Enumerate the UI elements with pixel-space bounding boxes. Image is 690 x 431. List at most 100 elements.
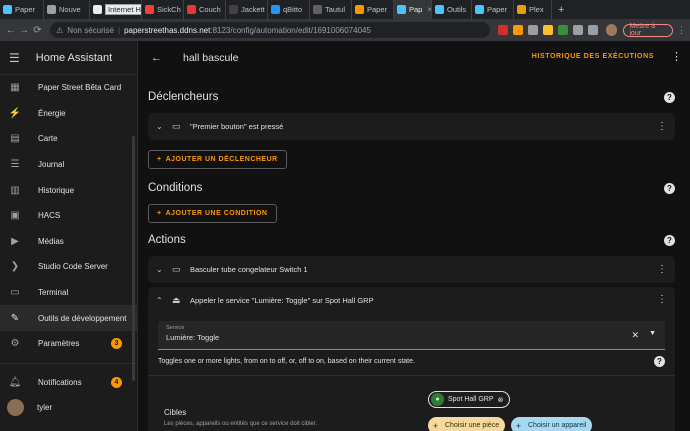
chevron-down-icon[interactable]: ⌄ xyxy=(156,122,166,131)
sidebar-item-label: Paper Street Bêta Card xyxy=(38,83,122,93)
new-tab-button[interactable]: + xyxy=(552,4,570,16)
url-path: :8123/config/automation/edit/16910060740… xyxy=(210,25,371,35)
reload-icon[interactable]: ⟳ xyxy=(31,25,44,36)
main-panel: ← hall bascule HISTORIQUE DES EXÉCUTIONS… xyxy=(138,41,690,431)
service-field-label: Service xyxy=(166,325,185,331)
sidebar-item-label: Paramètres xyxy=(38,339,80,349)
service-action-menu-icon[interactable]: ⋮ xyxy=(657,294,667,305)
browser-tab[interactable]: Tautul xyxy=(310,0,352,19)
tab-label: Nouve xyxy=(59,5,81,14)
back-arrow-icon[interactable]: ← xyxy=(4,25,17,36)
lightning-icon: ⚡ xyxy=(8,107,22,119)
help-icon[interactable]: ? xyxy=(664,91,675,103)
trigger-row[interactable]: ⌄ ▭ "Premier bouton" est pressé ⋮ xyxy=(148,113,675,140)
dropdown-arrow-icon[interactable]: ▼ xyxy=(649,330,656,337)
vscode-icon: ❯ xyxy=(10,261,20,273)
browser-tab[interactable]: Outils xyxy=(432,0,472,19)
gear-icon: ⚙ xyxy=(10,338,20,350)
service-action-card: ⌃ ⏏ Appeler le service "Lumière: Toggle"… xyxy=(148,287,675,431)
choose-device-chip[interactable]: + Choisir un appareil xyxy=(511,417,593,431)
sidebar-item-wrench[interactable]: ✎ Outils de développement xyxy=(0,305,137,331)
tab-label: Internet HAS xyxy=(105,4,141,15)
add-trigger-button[interactable]: + AJOUTER UN DÉCLENCHEUR xyxy=(148,150,287,169)
bell-icon: 🔔︎ xyxy=(8,376,22,388)
help-icon[interactable]: ? xyxy=(664,182,675,194)
profile-avatar[interactable] xyxy=(606,24,618,36)
sidebar-item-hacs[interactable]: ▣ HACS xyxy=(0,203,137,229)
sidebar-scrollbar[interactable] xyxy=(132,136,135,381)
extension-icon[interactable] xyxy=(543,25,554,35)
help-icon[interactable]: ? xyxy=(654,356,665,367)
actions-heading: Actions xyxy=(148,234,186,246)
chevron-down-icon[interactable]: ⌄ xyxy=(156,265,166,274)
back-icon[interactable]: ← xyxy=(151,52,165,64)
sidebar-item-gear[interactable]: ⚙ Paramètres 3 xyxy=(0,331,137,357)
sidebar-item-vscode[interactable]: ❯ Studio Code Server xyxy=(0,254,137,280)
tab-favicon-icon xyxy=(229,5,238,14)
choose-device-label: Choisir un appareil xyxy=(528,422,587,429)
sidebar-item-history[interactable]: ▥ Historique xyxy=(0,177,137,203)
tab-favicon-icon xyxy=(355,5,364,14)
add-condition-button[interactable]: + AJOUTER UNE CONDITION xyxy=(148,204,277,223)
browser-tab[interactable]: Couch xyxy=(184,0,226,19)
clear-icon[interactable]: ✕ xyxy=(631,330,639,341)
entity-chip[interactable]: ● Spot Hall GRP ⊗ xyxy=(428,391,511,408)
sidebar-item-lightning[interactable]: ⚡ Énergie xyxy=(0,101,137,127)
help-icon[interactable]: ? xyxy=(664,234,675,246)
extension-icon[interactable] xyxy=(498,25,509,35)
browser-tab[interactable]: SickCh xyxy=(142,0,184,19)
targets-label: Cibles xyxy=(164,408,187,417)
sidebar-item-map[interactable]: ▤ Carte xyxy=(0,126,137,152)
sidebar-item-logbook[interactable]: ☰ Journal xyxy=(0,152,137,178)
tab-label: Tautul xyxy=(325,5,346,14)
browser-tab[interactable]: Jackett xyxy=(226,0,268,19)
run-history-button[interactable]: HISTORIQUE DES EXÉCUTIONS xyxy=(532,53,654,60)
overflow-menu-icon[interactable]: ⋮ xyxy=(671,50,682,63)
browser-tab[interactable]: qBitto xyxy=(268,0,310,19)
map-icon: ▤ xyxy=(10,133,20,145)
extension-icon[interactable] xyxy=(513,25,524,35)
choose-area-chip[interactable]: + Choisir une pièce xyxy=(428,417,506,431)
sidebar-item-notifications[interactable]: 🔔︎ Notifications 4 xyxy=(0,370,137,396)
trigger-menu-icon[interactable]: ⋮ xyxy=(657,121,667,132)
tab-label: qBitto xyxy=(283,5,303,14)
action-menu-icon[interactable]: ⋮ xyxy=(657,264,667,275)
browser-tab[interactable]: Paper xyxy=(0,0,44,19)
address-bar[interactable]: ⚠ Non sécurisé | paperstreethas.ddns.net… xyxy=(50,22,491,38)
menu-icon[interactable]: ☰ xyxy=(9,51,20,65)
service-action-header[interactable]: ⌃ ⏏ Appeler le service "Lumière: Toggle"… xyxy=(148,287,675,314)
action-row[interactable]: ⌄ ▭ Basculer tube congelateur Switch 1 ⋮ xyxy=(148,256,675,283)
service-description-row: Toggles one or more lights, from on to o… xyxy=(148,356,675,367)
terminal-icon: ▭ xyxy=(10,287,20,299)
sidebar-item-media[interactable]: ▶ Médias xyxy=(0,229,137,255)
browser-menu-icon[interactable]: ⋮ xyxy=(677,25,686,36)
sidebar-item-terminal[interactable]: ▭ Terminal xyxy=(0,280,137,306)
extension-icon[interactable] xyxy=(558,25,569,35)
browser-tab[interactable]: Pap × xyxy=(394,0,432,19)
tab-favicon-icon xyxy=(397,5,406,14)
chevron-up-icon[interactable]: ⌃ xyxy=(156,296,166,305)
remove-chip-icon[interactable]: ⊗ xyxy=(498,396,504,404)
media-icon: ▶ xyxy=(11,235,19,247)
update-button[interactable]: Mettre à jour xyxy=(623,23,674,37)
choose-area-label: Choisir une pièce xyxy=(445,422,500,429)
service-select[interactable]: Service Lumière: Toggle ✕ ▼ xyxy=(158,321,665,350)
browser-tab[interactable]: Nouve xyxy=(44,0,90,19)
targets-description: Les pièces, appareils ou entités que ce … xyxy=(164,421,318,427)
forward-arrow-icon[interactable]: → xyxy=(17,25,30,36)
browser-tab[interactable]: Internet HAS xyxy=(90,0,142,19)
extension-icon[interactable] xyxy=(573,25,584,35)
sidebar-item-label: Notifications xyxy=(38,377,82,387)
plus-icon: + xyxy=(157,156,162,163)
browser-tab[interactable]: Plex xyxy=(514,0,552,19)
sidebar-title: Home Assistant xyxy=(35,51,113,64)
sidebar-item-label: Studio Code Server xyxy=(38,262,108,272)
sidebar-item-dashboard[interactable]: ▦ Paper Street Bêta Card xyxy=(0,75,137,101)
sidebar-item-user[interactable]: tyler xyxy=(0,395,137,421)
browser-tab[interactable]: Paper xyxy=(472,0,514,19)
extension-icon[interactable] xyxy=(588,25,599,35)
extension-icon[interactable] xyxy=(528,25,539,35)
browser-tab[interactable]: Paper xyxy=(352,0,394,19)
sidebar-item-label: Outils de développement xyxy=(38,313,127,323)
device-icon: ▭ xyxy=(172,264,181,274)
